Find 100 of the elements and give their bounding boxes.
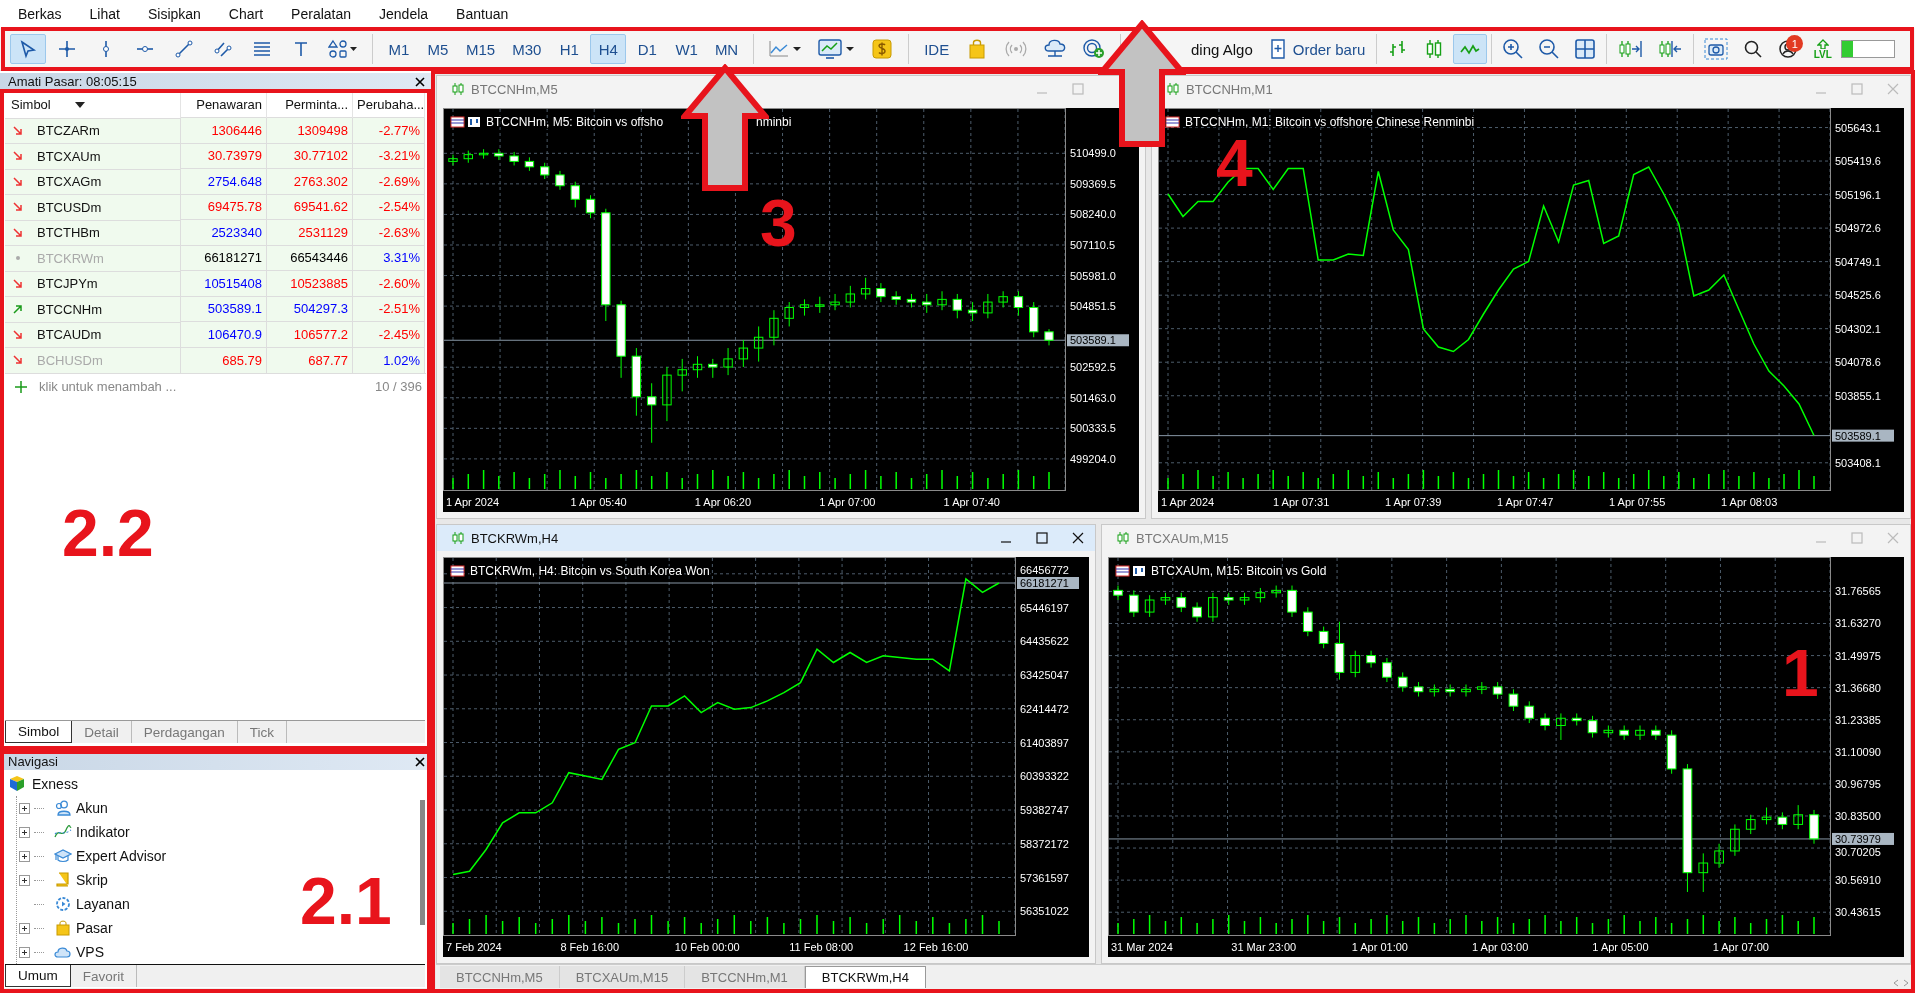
column-header[interactable]: Simbol [11,97,51,113]
menu-item[interactable]: Jendela [365,6,443,22]
tree-item[interactable]: Indikator [19,820,134,844]
bid-cell: 30.73979 [180,143,267,169]
chart-tab[interactable]: BTCXAUm,M15 [559,966,686,988]
ask-cell: 106577.2 [266,321,353,347]
new-order-button[interactable]: Order baru [1261,34,1373,64]
bid-cell: 106470.9 [180,321,267,347]
time-axis-label: 1 Apr 07:40 [943,496,1000,508]
price-axis-label: 64435622 [1020,635,1069,648]
price-axis-label: 30.43615 [1835,906,1881,919]
notification-badge: 1 [1786,35,1804,52]
menu-item[interactable]: Lihat [75,6,134,22]
tree-item[interactable]: Pasar [19,916,117,940]
timeframe-button[interactable]: MN [707,34,746,64]
menu-item[interactable]: Berkas [4,6,76,22]
chart-window-title: BTCKRWm,H4 [471,530,559,546]
price-axis-label: 56351022 [1020,905,1069,918]
time-axis-label: 1 Apr 2024 [1161,496,1215,508]
last-price-tag: 66181271 [1017,577,1079,589]
bid-cell: 69475.78 [180,194,267,220]
timeframe-button[interactable]: M5 [420,34,456,64]
chart-tab[interactable]: BTCKRWm,H4 [804,966,926,988]
price-axis-label: 63425047 [1020,669,1069,682]
price-axis-label: 510499.0 [1070,147,1116,160]
timeframe-button[interactable]: D1 [629,34,666,64]
ask-cell: 504297.3 [266,296,353,322]
tree-item[interactable]: Skrip [19,868,112,892]
time-axis-label: 1 Apr 06:20 [694,496,752,508]
timeframe-button[interactable]: W1 [668,34,705,64]
price-axis-label: 504851.5 [1070,300,1116,313]
price-axis-label: 499204.0 [1070,452,1116,465]
menu-item[interactable]: Chart [214,6,278,22]
change-cell: 3.31% [352,245,425,271]
menu-item[interactable]: Bantuan [442,6,523,22]
chart-header: nminbi [756,115,792,129]
price-axis-label: 60393322 [1020,770,1069,783]
price-axis-label: 503855.1 [1835,389,1881,402]
change-cell: -3.21% [352,143,425,169]
price-axis-label: 31.63270 [1835,617,1881,630]
price-axis-label: 66456772 [1020,564,1069,576]
time-axis-label: 1 Apr 07:31 [1273,496,1330,508]
account-button[interactable]: 1 [1771,34,1805,64]
add-symbol-link[interactable]: klik untuk menambah ... [39,379,177,394]
ref-line-label: 503589.1 [1835,429,1881,442]
price-axis-label: 30.96795 [1835,777,1881,790]
price-axis-label: 31.76565 [1835,585,1881,598]
panel-tab[interactable]: Simbol [5,721,73,743]
time-axis-label: 1 Apr 03:00 [1472,941,1529,953]
ref-line-label: 66181271 [1020,577,1069,589]
timeframe-button[interactable]: M15 [459,34,503,64]
change-cell: -2.45% [352,321,425,347]
annotation-number: 1 [1782,640,1819,706]
chart-tab[interactable]: BTCCNHm,M1 [685,966,805,988]
price-axis-label: 30.56910 [1835,874,1881,887]
price-axis-label: 504078.6 [1835,356,1881,369]
time-axis-label: 12 Feb 16:00 [903,941,969,953]
bid-cell: 685.79 [180,347,267,373]
chart-header: BTCCNHm, M5: Bitcoin vs offsho [486,115,664,129]
chart-tab[interactable]: BTCCNHm,M5 [440,966,560,988]
tree-item[interactable]: VPS [19,940,108,964]
panel-tab[interactable]: Detail [72,721,132,743]
tree-label: Layanan [76,896,130,912]
ask-cell: 1309498 [266,117,353,143]
bid-cell: 2754.648 [180,168,267,194]
timeframe-button[interactable]: H1 [551,34,588,64]
change-cell: -2.51% [352,296,425,322]
price-axis-label: 504302.1 [1835,322,1881,335]
change-cell: -2.63% [352,219,425,245]
tree-item[interactable]: Expert Advisor [19,844,171,868]
panel-tab[interactable]: Perdagangan [131,721,238,743]
price-axis-label: 30.70205 [1835,845,1881,858]
price-axis-label: 31.23385 [1835,713,1881,726]
ide-button[interactable]: IDE [917,34,957,64]
menu-item[interactable]: Sisipkan [133,6,215,22]
chart-window-title: BTCXAUm,M15 [1136,530,1229,546]
menu-item[interactable]: Peralatan [277,6,366,22]
panel-tab[interactable]: Favorit [70,965,137,987]
panel-tab[interactable]: Tick [237,721,288,743]
time-axis-label: 1 Apr 05:00 [1592,941,1649,953]
time-axis-label: 1 Apr 2024 [446,496,500,508]
time-axis-label: 1 Apr 05:40 [570,496,627,508]
ask-cell: 687.77 [266,347,353,373]
tree-item[interactable]: Layanan [19,892,134,916]
timeframe-button[interactable]: M1 [381,34,417,64]
panel-tab[interactable]: Umum [5,965,71,987]
bid-cell: 1306446 [180,117,267,143]
timeframe-button[interactable]: H4 [590,34,627,64]
panel-title: Navigasi [8,754,58,769]
tree-item[interactable]: Exness [8,772,82,796]
time-axis-label: 1 Apr 01:00 [1351,941,1408,953]
tree-item[interactable]: Akun [19,796,112,820]
ask-cell: 69541.62 [266,194,353,220]
timeframe-button[interactable]: M30 [505,34,549,64]
bid-cell: 66181271 [180,245,267,271]
algo-trading-button[interactable]: ding Algo [1188,34,1260,64]
price-axis-label: 31.36680 [1835,681,1881,694]
tree-label: Exness [32,776,78,792]
time-axis-label: 1 Apr 07:00 [819,496,876,508]
time-axis-label: 10 Feb 00:00 [674,941,740,953]
